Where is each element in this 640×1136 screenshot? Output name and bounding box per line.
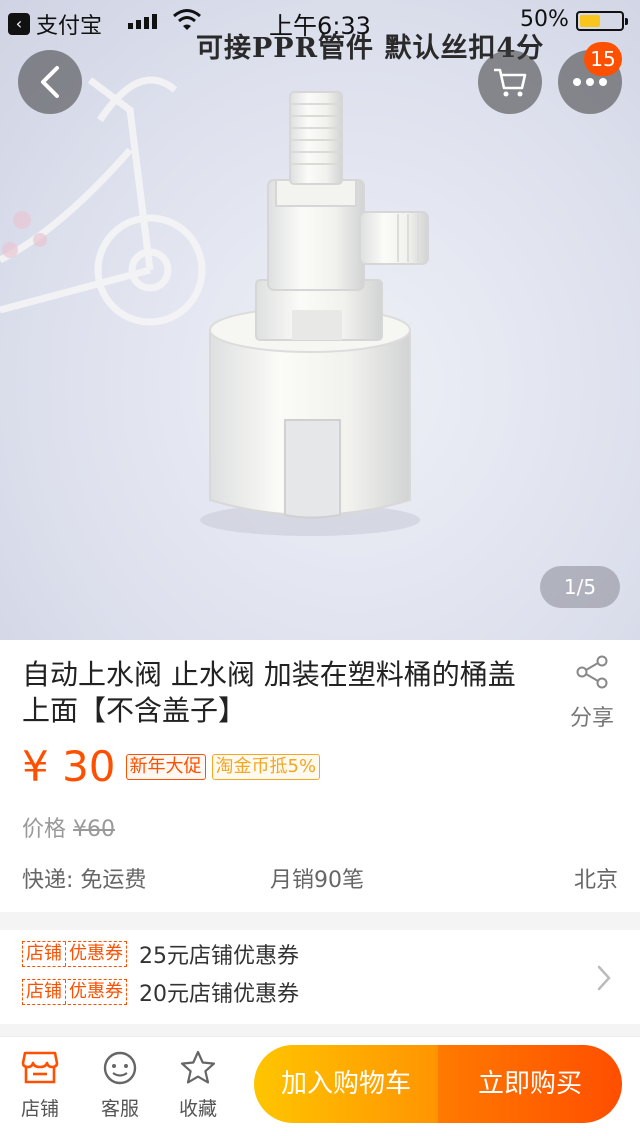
section-divider bbox=[0, 1024, 640, 1036]
buy-now-button[interactable]: 立即购买 bbox=[438, 1045, 622, 1123]
coupon-tag-shop: 店铺 bbox=[26, 943, 62, 964]
more-icon bbox=[573, 78, 607, 86]
product-photo bbox=[0, 76, 429, 536]
coupon-item: 店铺 优惠券 20元店铺优惠券 bbox=[22, 976, 299, 1008]
share-icon bbox=[576, 655, 608, 689]
coupon-tag: 店铺 优惠券 bbox=[22, 979, 127, 1005]
coupon-tag-type: 优惠券 bbox=[65, 942, 126, 966]
coupon-text: 25元店铺优惠券 bbox=[139, 944, 299, 969]
shop-icon bbox=[21, 1051, 59, 1084]
monthly-sales: 月销90笔 bbox=[270, 868, 364, 893]
coupon-text: 20元店铺优惠券 bbox=[139, 982, 299, 1007]
coupon-tag-shop: 店铺 bbox=[26, 981, 62, 1002]
share-label: 分享 bbox=[569, 706, 614, 731]
product-image-carousel[interactable]: 可接PPR管件 默认丝扣4分 1/5 bbox=[0, 0, 640, 640]
original-price-label: 价格 bbox=[22, 817, 67, 842]
original-price-value: ¥60 bbox=[73, 817, 116, 842]
coupon-tag: 店铺 优惠券 bbox=[22, 941, 127, 967]
battery-percent: 50% bbox=[520, 7, 569, 32]
cart-badge: 15 bbox=[584, 42, 622, 76]
service-label: 客服 bbox=[100, 1098, 139, 1120]
back-icon bbox=[41, 66, 59, 98]
share-button[interactable]: 分享 bbox=[562, 654, 622, 732]
back-button[interactable] bbox=[18, 50, 82, 114]
customer-service-button[interactable]: 客服 bbox=[90, 1049, 150, 1121]
coupon-tag-type: 优惠券 bbox=[65, 980, 126, 1004]
service-icon bbox=[103, 1051, 137, 1085]
price-row: ¥ 30 新年大促 淘金币抵5% bbox=[22, 742, 321, 792]
cart-button[interactable] bbox=[478, 50, 542, 114]
section-divider bbox=[0, 912, 640, 930]
original-price: 价格 ¥60 bbox=[22, 811, 115, 843]
shipping-info: 快递: 免运费 bbox=[22, 868, 147, 893]
coupon-item: 店铺 优惠券 25元店铺优惠券 bbox=[22, 938, 299, 970]
shop-label: 店铺 bbox=[20, 1098, 59, 1120]
star-icon bbox=[180, 1050, 216, 1084]
battery-level bbox=[580, 15, 600, 27]
coupon-section[interactable]: 店铺 优惠券 25元店铺优惠券 店铺 优惠券 20元店铺优惠券 bbox=[0, 930, 640, 1024]
cart-icon bbox=[494, 68, 527, 97]
favorite-label: 收藏 bbox=[178, 1098, 217, 1120]
image-page-indicator: 1/5 bbox=[540, 566, 620, 608]
product-price: ¥ 30 bbox=[22, 742, 116, 791]
status-bar: ‹ 支付宝 上午6:33 50% bbox=[0, 0, 640, 40]
coin-tag: 淘金币抵5% bbox=[211, 754, 321, 780]
shop-button[interactable]: 店铺 bbox=[10, 1049, 70, 1121]
promo-tag: 新年大促 bbox=[125, 754, 206, 780]
chevron-right-icon bbox=[597, 965, 611, 991]
battery-icon bbox=[576, 11, 628, 31]
product-page: 可接PPR管件 默认丝扣4分 1/5 ‹ 支付宝 上午6:33 50% 15 自… bbox=[0, 0, 640, 1136]
product-title: 自动上水阀 止水阀 加装在塑料桶的桶盖上面【不含盖子】 bbox=[22, 658, 516, 727]
add-to-cart-button[interactable]: 加入购物车 bbox=[254, 1045, 438, 1123]
ship-location: 北京 bbox=[573, 868, 618, 893]
favorite-button[interactable]: 收藏 bbox=[168, 1049, 228, 1121]
bottom-action-bar: 店铺 客服 收藏 加入购物车 立即购买 bbox=[0, 1036, 640, 1136]
